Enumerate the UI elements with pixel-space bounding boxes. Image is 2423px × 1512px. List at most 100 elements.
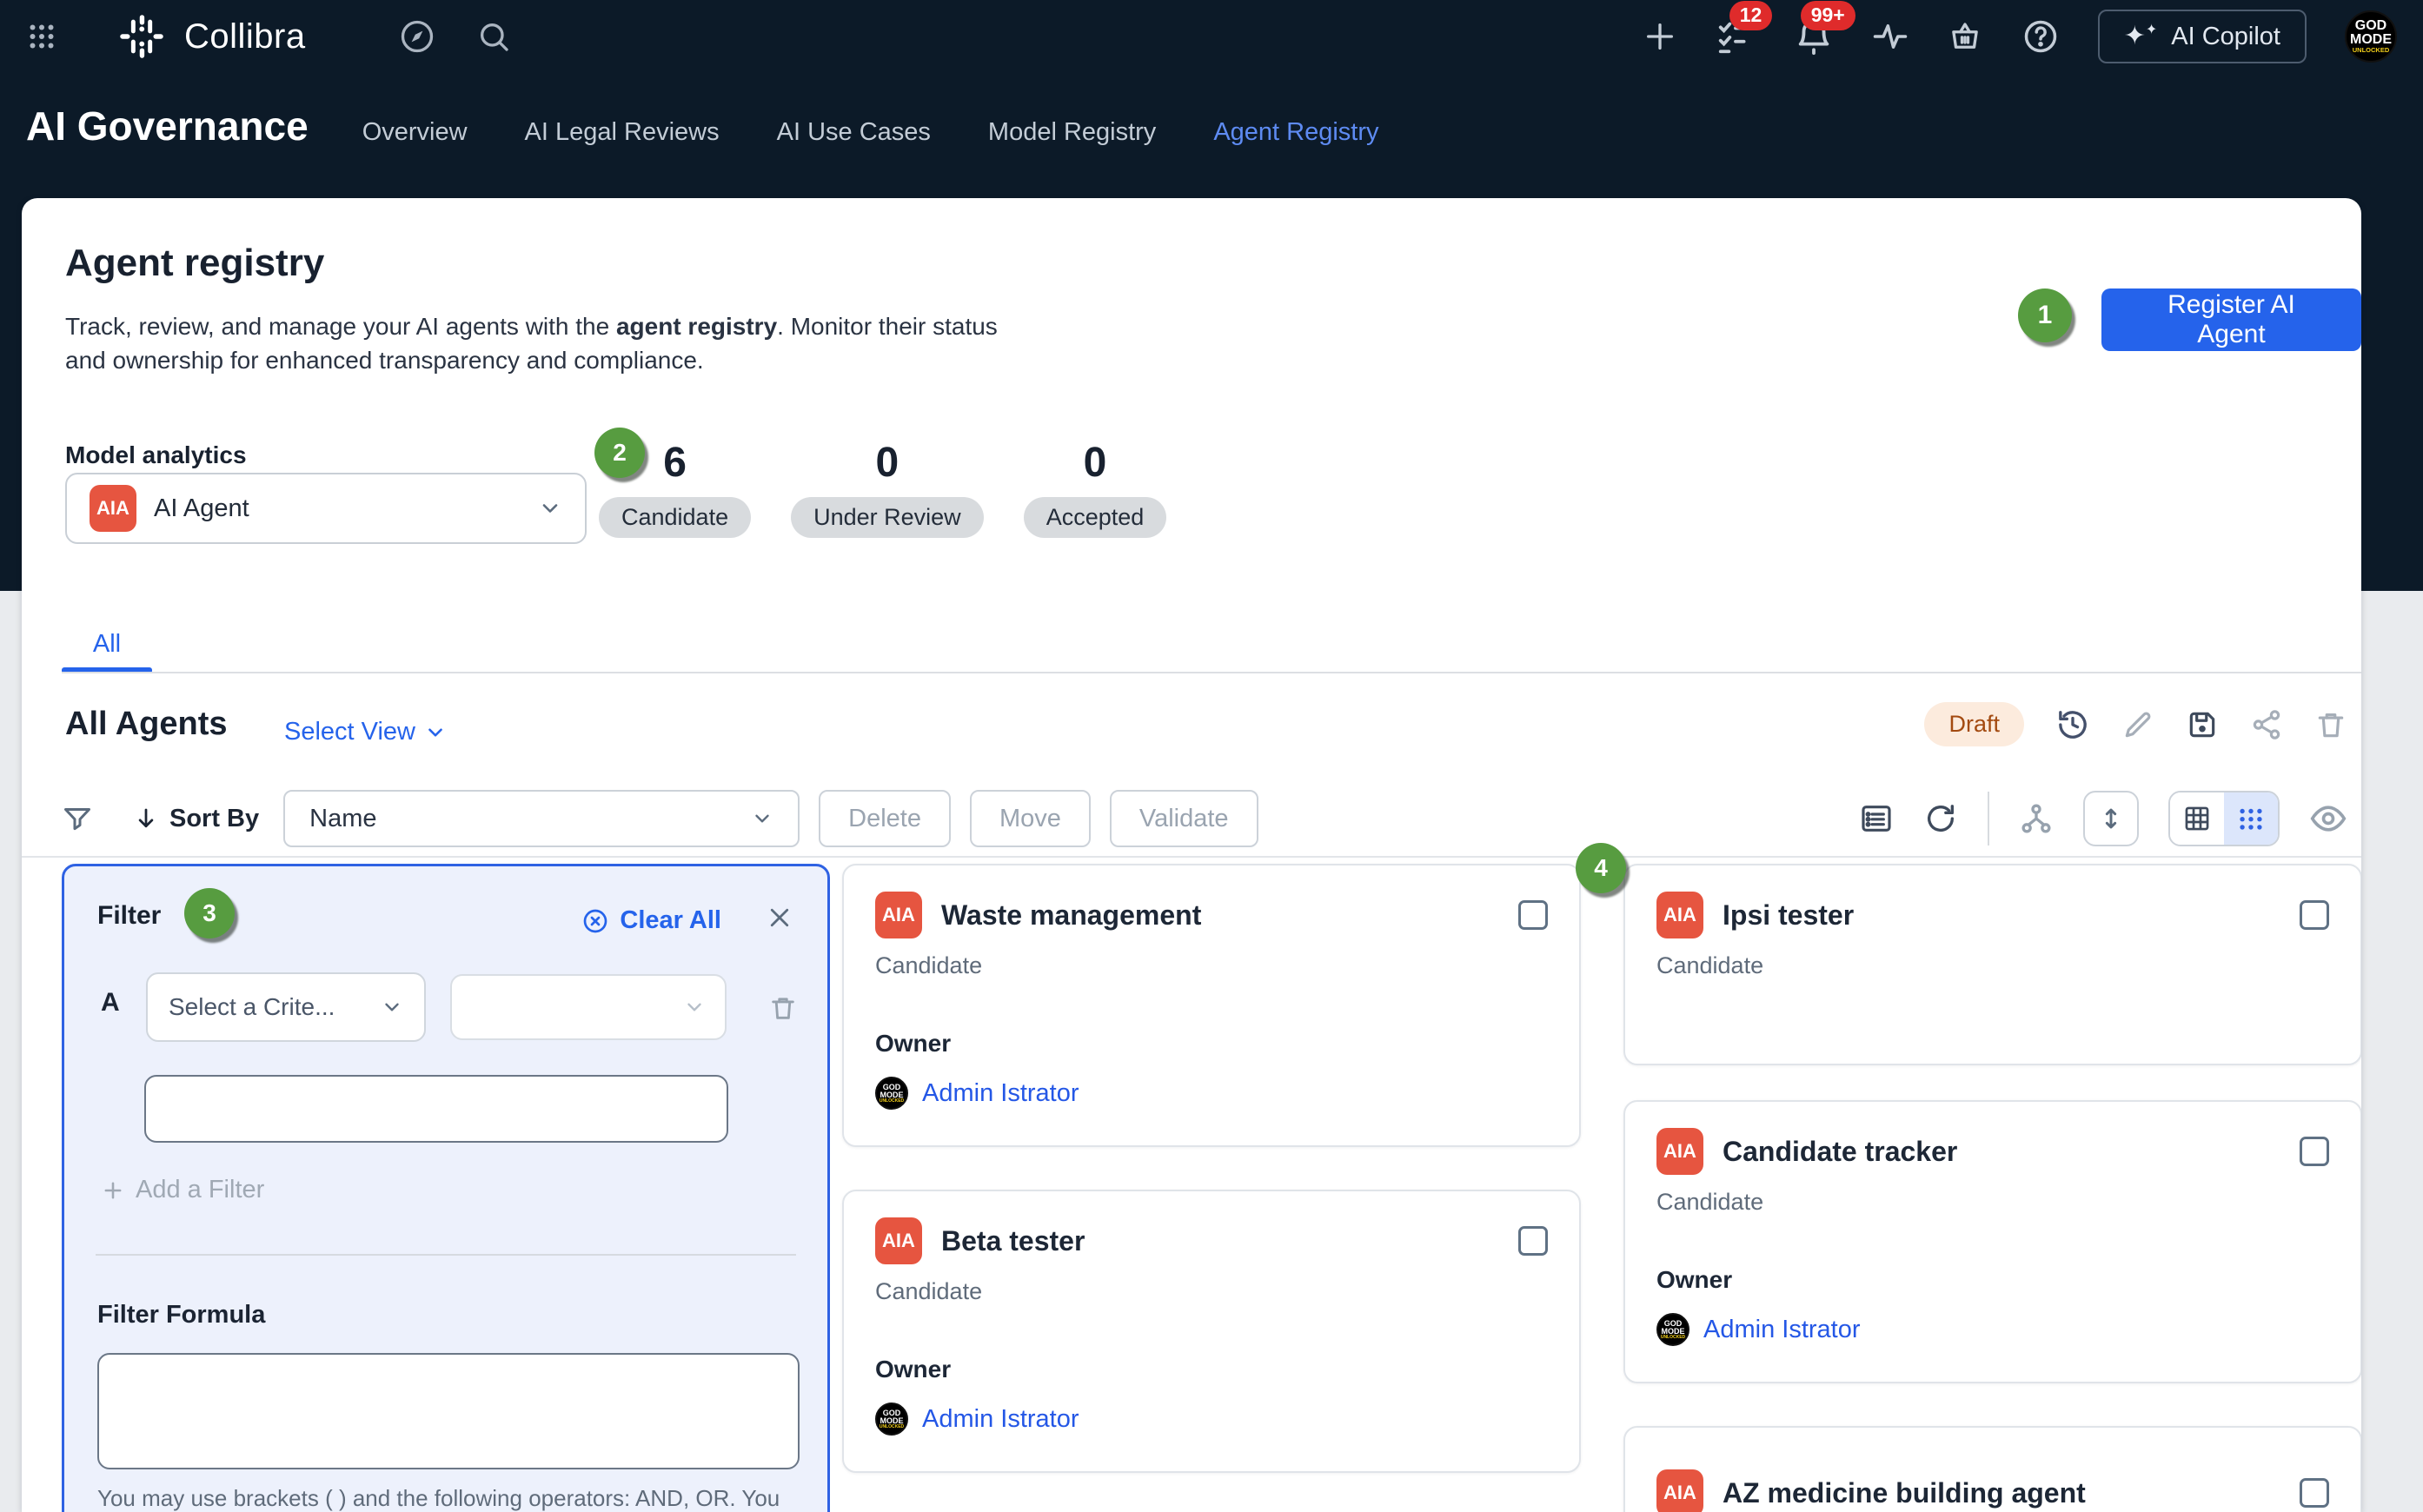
- agent-card-checkbox[interactable]: [2300, 1137, 2329, 1166]
- aia-badge: AIA: [875, 892, 922, 938]
- app-nav: AI Governance Overview AI Legal Reviews …: [26, 103, 2397, 149]
- card-header: AIA Waste management: [875, 892, 1548, 938]
- clear-all-button[interactable]: Clear All: [581, 906, 721, 935]
- tasks-icon[interactable]: 12: [1716, 17, 1756, 56]
- agent-status: Candidate: [875, 952, 1548, 979]
- collibra-logo[interactable]: Collibra: [118, 13, 306, 60]
- filter-close-icon[interactable]: [767, 905, 793, 931]
- stat-candidate-label: Candidate: [599, 497, 751, 538]
- nav-tab-agent-registry[interactable]: Agent Registry: [1213, 118, 1378, 147]
- topbar-right: 12 99+ ✦✦ AI Copilot GOD MODE UN: [1643, 10, 2397, 63]
- save-icon[interactable]: [2186, 708, 2219, 741]
- visibility-eye-icon[interactable]: [2309, 799, 2347, 838]
- tabs-divider: [62, 672, 2361, 673]
- filter-operator-select[interactable]: [450, 974, 727, 1040]
- annotation-step-3: 3: [184, 888, 235, 938]
- agent-card-checkbox[interactable]: [1518, 1226, 1548, 1256]
- refresh-icon[interactable]: [1923, 801, 1958, 836]
- owner-label: Owner: [875, 1356, 1548, 1383]
- explore-compass-icon[interactable]: [398, 17, 436, 56]
- sort-field-select[interactable]: Name: [283, 790, 800, 847]
- agent-status: Candidate: [1656, 952, 2329, 979]
- view-toggle: [2168, 791, 2280, 846]
- tab-all[interactable]: All: [62, 630, 152, 659]
- filter-funnel-icon[interactable]: [62, 803, 93, 834]
- filter-formula-textarea[interactable]: [97, 1353, 800, 1469]
- owner-link[interactable]: Admin Istrator: [1703, 1316, 1861, 1344]
- agents-toolbar: Sort By Name Delete Move Validate: [62, 782, 1258, 855]
- aia-badge: AIA: [1656, 1469, 1703, 1512]
- card-header: AIA Ipsi tester: [1656, 892, 2329, 938]
- chevron-down-icon: [424, 721, 447, 744]
- apps-grid-icon[interactable]: [26, 21, 57, 52]
- owner-avatar: GODMODEUNLOCKED: [875, 1077, 908, 1110]
- filter-criteria-select[interactable]: Select a Crite...: [146, 972, 426, 1042]
- agent-card-checkbox[interactable]: [2300, 900, 2329, 930]
- edit-pencil-icon[interactable]: [2121, 708, 2154, 741]
- owner-link[interactable]: Admin Istrator: [922, 1079, 1079, 1108]
- select-view-dropdown[interactable]: Select View: [284, 718, 447, 746]
- card-header: AIA Candidate tracker: [1656, 1128, 2329, 1175]
- filter-value-input[interactable]: [144, 1075, 728, 1143]
- history-icon[interactable]: [2055, 707, 2090, 742]
- card-view-toggle[interactable]: [2224, 792, 2278, 845]
- table-view-toggle[interactable]: [2170, 792, 2224, 845]
- agent-card-title[interactable]: Beta tester: [941, 1225, 1085, 1257]
- nav-tab-ai-legal-reviews[interactable]: AI Legal Reviews: [525, 118, 720, 147]
- annotation-step-1: 1: [2018, 288, 2072, 342]
- draft-status-badge: Draft: [1924, 702, 2024, 746]
- agent-card-az-medicine[interactable]: AIA AZ medicine building agent: [1623, 1426, 2361, 1512]
- stat-under-review: 0 Under Review: [791, 438, 984, 538]
- agent-card-title[interactable]: AZ medicine building agent: [1723, 1477, 2086, 1509]
- agent-card-candidate-tracker[interactable]: AIA Candidate tracker Candidate Owner GO…: [1623, 1100, 2361, 1383]
- filter-row-delete-icon[interactable]: [768, 993, 798, 1023]
- agent-card-ipsi-tester[interactable]: AIA Ipsi tester Candidate: [1623, 864, 2361, 1065]
- agent-card-title[interactable]: Waste management: [941, 899, 1201, 932]
- plus-icon: [101, 1178, 125, 1203]
- add-icon[interactable]: [1643, 19, 1677, 54]
- move-button[interactable]: Move: [970, 790, 1091, 847]
- validate-button[interactable]: Validate: [1110, 790, 1258, 847]
- sort-by-label: Sort By: [169, 805, 259, 833]
- hierarchy-icon[interactable]: [2019, 801, 2054, 836]
- filter-formula-help: You may use brackets ( ) and the followi…: [97, 1485, 803, 1512]
- aia-badge: AIA: [1656, 892, 1703, 938]
- model-analytics-select[interactable]: AIA AI Agent: [65, 473, 587, 544]
- stat-accepted-value: 0: [1084, 438, 1107, 488]
- notifications-bell-icon[interactable]: 99+: [1794, 17, 1834, 56]
- search-icon[interactable]: [476, 19, 511, 54]
- agent-card-beta-tester[interactable]: AIA Beta tester Candidate Owner GODMODEU…: [842, 1190, 1581, 1473]
- owner-label: Owner: [1656, 1266, 2329, 1294]
- page-description: Track, review, and manage your AI agents…: [65, 309, 1004, 377]
- agent-card-checkbox[interactable]: [1518, 900, 1548, 930]
- brand-name: Collibra: [184, 17, 306, 56]
- nav-tab-overview[interactable]: Overview: [362, 118, 468, 147]
- ai-copilot-button[interactable]: ✦✦ AI Copilot: [2098, 10, 2307, 63]
- user-avatar[interactable]: GOD MODE UNLOCKED: [2345, 10, 2397, 63]
- model-analytics-value: AI Agent: [154, 494, 249, 523]
- share-icon[interactable]: [2250, 708, 2283, 741]
- agent-card-waste-management[interactable]: AIA Waste management Candidate Owner GOD…: [842, 864, 1581, 1147]
- delete-button[interactable]: Delete: [819, 790, 951, 847]
- basket-icon[interactable]: [1947, 18, 1983, 55]
- nav-tab-model-registry[interactable]: Model Registry: [988, 118, 1156, 147]
- delete-trash-icon[interactable]: [2314, 708, 2347, 741]
- register-ai-agent-button[interactable]: Register AI Agent: [2101, 288, 2361, 351]
- activity-pulse-icon[interactable]: [1872, 18, 1909, 55]
- topbar-left: Collibra: [26, 13, 511, 60]
- agent-card-title[interactable]: Candidate tracker: [1723, 1136, 1957, 1168]
- row-height-button[interactable]: [2083, 791, 2139, 846]
- clear-circle-x-icon: [581, 907, 609, 935]
- chevron-down-icon: [751, 807, 773, 830]
- nav-tab-ai-use-cases[interactable]: AI Use Cases: [777, 118, 931, 147]
- owner-link[interactable]: Admin Istrator: [922, 1405, 1079, 1434]
- sparkles-icon: ✦✦: [2124, 23, 2158, 50]
- agent-card-checkbox[interactable]: [2300, 1478, 2329, 1508]
- card-header: AIA Beta tester: [875, 1217, 1548, 1264]
- stat-accepted-label: Accepted: [1024, 497, 1167, 538]
- help-icon[interactable]: [2021, 17, 2060, 56]
- list-view-icon[interactable]: [1859, 801, 1894, 836]
- add-filter-button[interactable]: Add a Filter: [101, 1176, 264, 1204]
- toolbar-bottom-divider: [22, 856, 2361, 858]
- agent-card-title[interactable]: Ipsi tester: [1723, 899, 1854, 932]
